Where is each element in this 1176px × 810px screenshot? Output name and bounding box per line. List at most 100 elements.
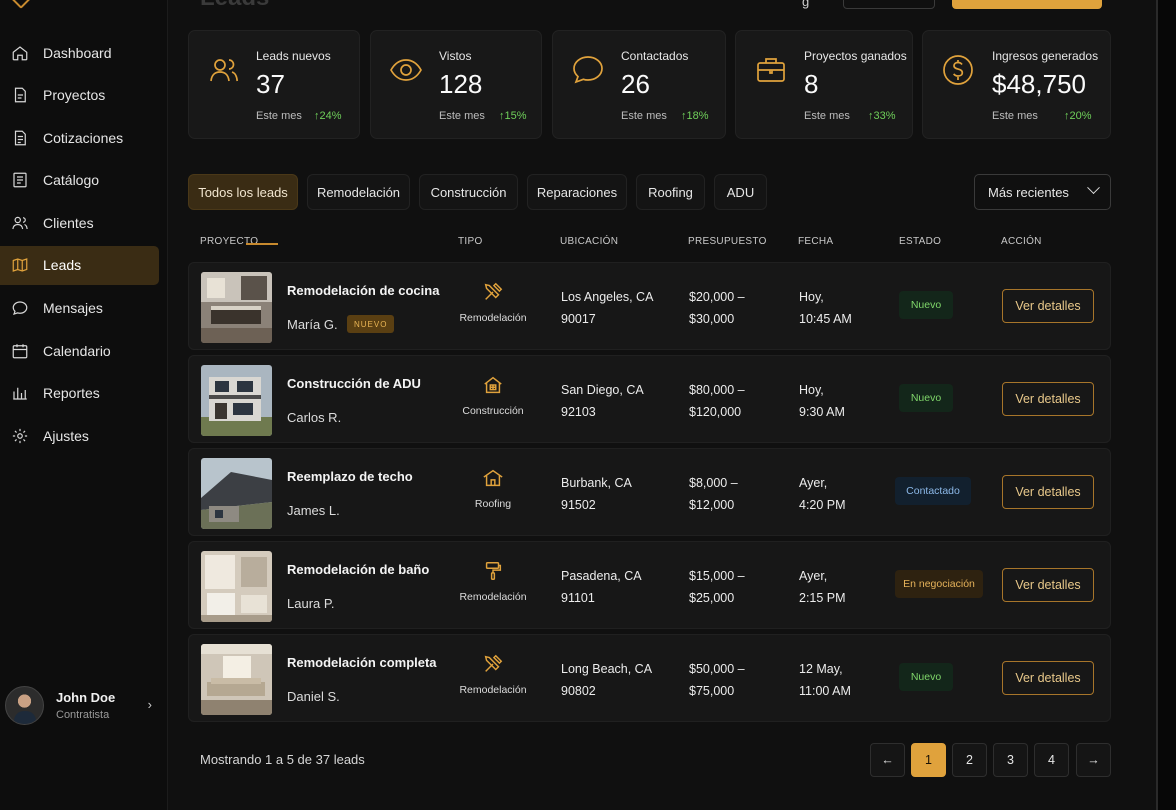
prev-page-button[interactable]: ←	[870, 743, 905, 777]
row-date: 12 May, 11:00 AM	[799, 658, 889, 702]
row-type: Roofing	[449, 467, 537, 510]
next-page-button[interactable]: →	[1076, 743, 1111, 777]
sort-select[interactable]: Más recientes	[974, 174, 1111, 210]
page-button-1[interactable]: 1	[911, 743, 946, 777]
row-location: Los Angeles, CA 90017	[561, 286, 681, 330]
location-city: Pasadena, CA	[561, 569, 642, 583]
tab-adu[interactable]: ADU	[714, 174, 767, 210]
page-button-3[interactable]: 3	[993, 743, 1028, 777]
budget-max: $120,000	[689, 405, 742, 419]
table-row[interactable]: Remodelación completa Daniel S. Remodela…	[188, 634, 1111, 722]
view-details-button[interactable]: Ver detalles	[1002, 475, 1094, 509]
stat-label: Contactados	[621, 49, 689, 63]
chevron-right-icon[interactable]: ›	[148, 697, 152, 712]
date-day: Ayer,	[799, 569, 828, 583]
sidebar-item-clientes[interactable]: Clientes	[0, 203, 159, 242]
user-role: Contratista	[56, 708, 110, 721]
budget-min: $50,000 –	[689, 662, 745, 676]
user-profile[interactable]: John Doe Contratista ›	[5, 685, 160, 725]
tab-construccion[interactable]: Construcción	[419, 174, 518, 210]
budget-min: $15,000 –	[689, 569, 745, 583]
sidebar-item-reportes[interactable]: Reportes	[0, 374, 159, 413]
device-edge	[1158, 0, 1176, 810]
tab-remodelacion[interactable]: Remodelación	[307, 174, 410, 210]
kitchen-photo	[201, 272, 272, 343]
view-details-button[interactable]: Ver detalles	[1002, 289, 1094, 323]
briefcase-icon	[754, 53, 788, 87]
adu-photo	[201, 365, 272, 436]
tab-roofing[interactable]: Roofing	[636, 174, 705, 210]
row-budget: $20,000 – $30,000	[689, 286, 789, 330]
stat-period: Este mes	[804, 110, 850, 122]
row-type: Construcción	[449, 374, 537, 417]
date-time: 11:00 AM	[799, 684, 851, 698]
header-primary-button[interactable]	[952, 0, 1102, 9]
stat-period: Este mes	[439, 110, 485, 122]
page-button-4[interactable]: 4	[1034, 743, 1069, 777]
stats-section: Leads nuevos 37 Este mes ↑24% Vistos 128…	[188, 30, 1111, 139]
sidebar-item-label: Proyectos	[43, 87, 106, 104]
table-row[interactable]: Remodelación de cocina María G. NUEVO Re…	[188, 262, 1111, 350]
sidebar-item-catalogo[interactable]: Catálogo	[0, 161, 159, 200]
map-icon	[10, 255, 30, 275]
sidebar-item-ajustes[interactable]: Ajustes	[0, 416, 159, 455]
stat-card-leads-nuevos: Leads nuevos 37 Este mes ↑24%	[188, 30, 360, 139]
stat-card-proyectos-ganados: Proyectos ganados 8 Este mes ↑33%	[735, 30, 913, 139]
column-header-fecha: FECHA	[798, 236, 834, 247]
chart-icon	[10, 383, 30, 403]
row-client: Laura P.	[287, 596, 335, 611]
row-type-label: Remodelación	[459, 684, 527, 696]
sidebar-item-label: Ajustes	[43, 427, 89, 444]
sidebar-item-proyectos[interactable]: Proyectos	[0, 76, 159, 115]
sidebar-item-mensajes[interactable]: Mensajes	[0, 289, 159, 328]
table-header: PROYECTO TIPO UBICACIÓN PRESUPUESTO FECH…	[188, 236, 1111, 250]
stat-period: Este mes	[256, 110, 302, 122]
logo-icon	[11, 0, 31, 9]
sidebar-item-leads[interactable]: Leads	[0, 245, 159, 285]
roof-photo	[201, 458, 272, 529]
sidebar-item-label: Reportes	[43, 385, 100, 402]
sidebar-item-dashboard[interactable]: Dashboard	[0, 33, 159, 72]
stat-label: Proyectos ganados	[804, 49, 907, 63]
sidebar-item-label: Clientes	[43, 214, 94, 231]
gear-icon	[10, 426, 30, 446]
row-budget: $80,000 – $120,000	[689, 379, 789, 423]
column-header-proyecto[interactable]: PROYECTO	[200, 236, 258, 247]
budget-max: $12,000	[689, 498, 735, 512]
users-icon	[10, 213, 30, 233]
stat-value: 37	[256, 69, 285, 99]
view-details-button[interactable]: Ver detalles	[1002, 661, 1094, 695]
sidebar-item-label: Calendario	[43, 342, 111, 359]
header-secondary-button[interactable]	[843, 0, 935, 9]
sidebar-item-calendario[interactable]: Calendario	[0, 331, 159, 370]
sidebar-item-label: Dashboard	[43, 44, 112, 61]
budget-max: $30,000	[689, 312, 735, 326]
tab-reparaciones[interactable]: Reparaciones	[527, 174, 627, 210]
house-icon	[484, 376, 502, 394]
table-row[interactable]: Reemplazo de techo James L. Roofing Burb…	[188, 448, 1111, 536]
row-location: San Diego, CA 92103	[561, 379, 681, 423]
row-client: James L.	[287, 503, 340, 518]
sidebar-item-cotizaciones[interactable]: Cotizaciones	[0, 118, 159, 157]
status-badge: Contactado	[895, 477, 971, 505]
view-details-button[interactable]: Ver detalles	[1002, 568, 1094, 602]
stat-trend: ↑20%	[1064, 110, 1092, 122]
tab-todos-los-leads[interactable]: Todos los leads	[188, 174, 298, 210]
location-zip: 92103	[561, 405, 596, 419]
table-row[interactable]: Remodelación de baño Laura P. Remodelaci…	[188, 541, 1111, 629]
home-icon	[10, 43, 30, 63]
row-type-label: Remodelación	[459, 591, 527, 603]
stat-period: Este mes	[621, 110, 667, 122]
date-time: 2:15 PM	[799, 591, 846, 605]
page-button-2[interactable]: 2	[952, 743, 987, 777]
column-header-accion: ACCIÓN	[1001, 236, 1042, 247]
sidebar: Dashboard Proyectos Cotizaciones Catálog…	[0, 0, 168, 810]
sidebar-item-label: Catálogo	[43, 172, 100, 189]
view-details-button[interactable]: Ver detalles	[1002, 382, 1094, 416]
table-row[interactable]: Construcción de ADU Carlos R. Construcci…	[188, 355, 1111, 443]
stat-card-ingresos-generados: Ingresos generados $48,750 Este mes ↑20%	[922, 30, 1111, 139]
location-city: Burbank, CA	[561, 476, 632, 490]
stat-period: Este mes	[992, 110, 1038, 122]
row-date: Hoy, 10:45 AM	[799, 286, 889, 330]
calendar-icon	[10, 341, 30, 361]
